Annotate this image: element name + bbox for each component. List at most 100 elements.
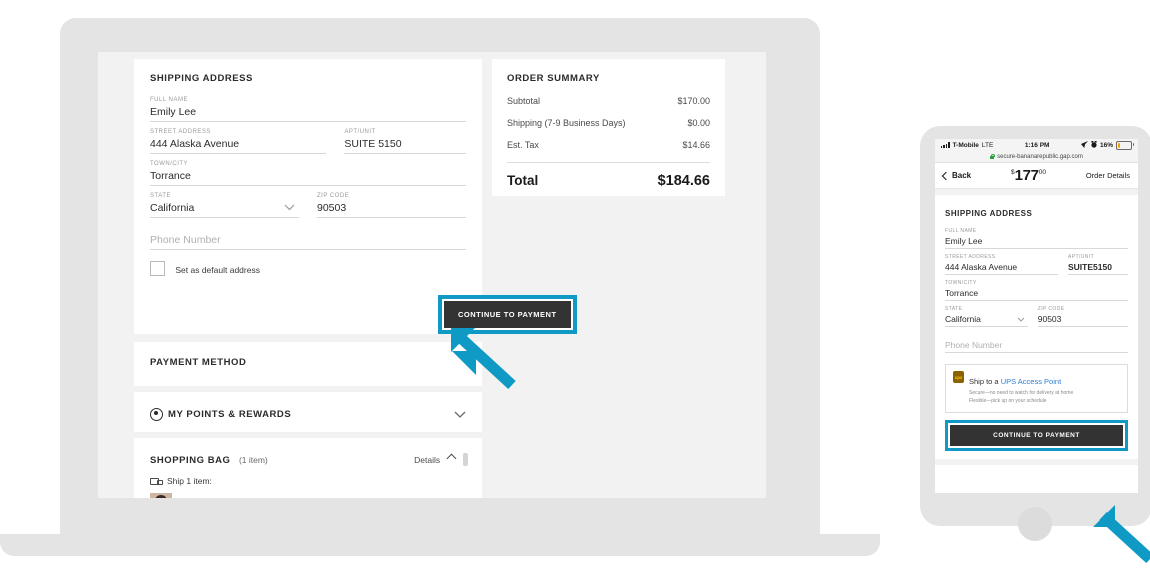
bag-details-toggle[interactable]: Details: [414, 450, 468, 468]
summary-label: Subtotal: [507, 96, 541, 106]
phone-home-button[interactable]: [1018, 507, 1052, 541]
full-name-field[interactable]: FULL NAME Emily Lee: [150, 97, 466, 122]
summary-row-total: Total $184.66: [507, 162, 710, 189]
default-address-row[interactable]: Set as default address: [150, 261, 466, 276]
street-address-field[interactable]: STREET ADDRESS 444 Alaska Avenue: [150, 129, 327, 154]
signal-strength-icon: [941, 142, 950, 148]
continue-to-payment-button[interactable]: CONTINUE TO PAYMENT: [442, 299, 573, 330]
points-badge-icon: [150, 407, 163, 421]
town-city-input[interactable]: Torrance: [150, 170, 466, 186]
summary-value: $0.00: [687, 118, 710, 128]
mobile-url-bar[interactable]: secure-bananarepublic.gap.com: [935, 151, 1138, 163]
ups-link[interactable]: UPS Access Point: [1001, 377, 1061, 386]
mobile-zip-field[interactable]: ZIP CODE 90503: [1037, 306, 1128, 327]
laptop-screen: SHIPPING ADDRESS close-icon FULL NAME Em…: [98, 52, 766, 498]
mobile-phone-input[interactable]: Phone Number: [945, 340, 1128, 353]
town-city-field[interactable]: TOWN/CITY Torrance: [150, 161, 466, 186]
mobile-checkout-header: Back $17700 Order Details: [935, 163, 1138, 189]
apt-unit-input[interactable]: SUITE 5150: [344, 138, 466, 154]
ups-lead-text: Ship to a: [969, 377, 1001, 386]
mobile-state-field[interactable]: STATE California: [945, 306, 1028, 327]
price-amount: 177: [1014, 167, 1039, 184]
mobile-city-label: TOWN/CITY: [945, 280, 977, 286]
payment-method-section[interactable]: PAYMENT METHOD: [134, 342, 482, 386]
screenshot-stage: SHIPPING ADDRESS close-icon FULL NAME Em…: [0, 0, 1150, 578]
lock-icon: [990, 154, 996, 159]
ship-items-line: Ship 1 item:: [150, 476, 468, 486]
summary-value: $14.66: [682, 140, 710, 150]
shipping-truck-icon: [150, 477, 163, 485]
ups-access-point-box[interactable]: Ship to a UPS Access Point Secure—no nee…: [945, 364, 1128, 413]
state-field[interactable]: STATE California: [150, 193, 299, 218]
mobile-spacer-bottom: [935, 458, 1138, 465]
mobile-city-field[interactable]: TOWN/CITY Torrance: [945, 280, 1128, 301]
alarm-icon: [1091, 140, 1097, 150]
state-label: STATE: [150, 193, 171, 199]
back-button[interactable]: Back: [941, 171, 971, 180]
zip-code-field[interactable]: ZIP CODE 90503: [317, 193, 466, 218]
battery-icon: [1116, 140, 1134, 150]
zip-code-input[interactable]: 90503: [317, 202, 466, 218]
mobile-full-name-label: FULL NAME: [945, 228, 977, 234]
ups-headline: Ship to a UPS Access Point: [969, 377, 1061, 386]
mobile-street-field[interactable]: STREET ADDRESS 444 Alaska Avenue: [945, 254, 1058, 275]
mobile-state-label: STATE: [945, 306, 963, 312]
apt-unit-label: APT/UNIT: [344, 129, 376, 135]
mobile-shipping-address-card: SHIPPING ADDRESS FULL NAME Emily Lee STR…: [935, 201, 1138, 459]
shopping-bag-count: (1 item): [238, 455, 268, 465]
mobile-zip-input[interactable]: 90503: [1037, 314, 1128, 327]
status-time: 1:16 PM: [1024, 141, 1050, 149]
mobile-city-input[interactable]: Torrance: [945, 288, 1128, 301]
order-summary-card: ORDER SUMMARY Subtotal $170.00 Shipping …: [492, 59, 725, 196]
phone-number-field[interactable]: Phone Number: [150, 234, 466, 250]
mobile-spacer: [935, 189, 1138, 195]
summary-row-subtotal: Subtotal $170.00: [507, 96, 710, 106]
mobile-full-name-input[interactable]: Emily Lee: [945, 236, 1128, 249]
ups-logo-icon: [953, 371, 964, 383]
full-name-input[interactable]: Emily Lee: [150, 106, 466, 122]
summary-label: Est. Tax: [507, 140, 539, 150]
mobile-street-input[interactable]: 444 Alaska Avenue: [945, 262, 1058, 275]
mobile-state-value: California: [945, 314, 981, 324]
street-address-input[interactable]: 444 Alaska Avenue: [150, 138, 327, 154]
chevron-down-icon: [284, 202, 295, 214]
apt-unit-field[interactable]: APT/UNIT SUITE 5150: [344, 129, 466, 154]
mobile-state-select[interactable]: California: [945, 314, 1028, 327]
mobile-apt-field[interactable]: APT/UNIT SUITE5150: [1067, 254, 1128, 275]
summary-row-tax: Est. Tax $14.66: [507, 140, 710, 150]
battery-percent-label: 16%: [1099, 141, 1113, 149]
phone-screen: T-Mobile LTE 1:16 PM 16% secure-bananare…: [935, 139, 1138, 493]
shipping-address-title: SHIPPING ADDRESS: [150, 73, 253, 84]
mobile-continue-to-payment-button[interactable]: CONTINUE TO PAYMENT: [948, 422, 1125, 448]
mobile-callout-arrow: [1092, 505, 1150, 563]
desktop-callout-arrow: [450, 327, 518, 389]
state-select[interactable]: California: [150, 202, 299, 218]
order-details-link[interactable]: Order Details: [1086, 171, 1130, 180]
mobile-full-name-field[interactable]: FULL NAME Emily Lee: [945, 228, 1128, 249]
state-select-value: California: [150, 202, 195, 214]
summary-total-value: $184.66: [657, 173, 710, 189]
street-address-label: STREET ADDRESS: [150, 129, 211, 135]
summary-label: Shipping (7-9 Business Days): [507, 118, 626, 128]
mobile-apt-input[interactable]: SUITE5150: [1067, 262, 1128, 275]
bag-line-item[interactable]: Linen Flounce-Hem Mini Dress: [150, 493, 468, 498]
order-summary-title: ORDER SUMMARY: [507, 73, 600, 84]
ups-benefit-2: Flexible—pick up on your schedule: [969, 397, 1047, 404]
mobile-phone-field[interactable]: Phone Number: [945, 340, 1128, 353]
chevron-down-icon[interactable]: [454, 405, 466, 423]
carrier-label: T-Mobile: [952, 141, 979, 149]
scrollbar-thumb[interactable]: [463, 453, 468, 466]
points-rewards-title: MY POINTS & REWARDS: [168, 408, 292, 420]
default-address-checkbox[interactable]: [150, 261, 165, 276]
mobile-shipping-title: SHIPPING ADDRESS: [945, 209, 1033, 218]
phone-number-input[interactable]: Phone Number: [150, 234, 466, 250]
laptop-base: [0, 534, 880, 556]
mobile-apt-label: APT/UNIT: [1067, 254, 1094, 260]
ship-items-label: Ship 1 item:: [167, 476, 212, 486]
close-icon[interactable]: close-icon: [458, 69, 470, 81]
shopping-bag-section: SHOPPING BAG (1 item) Details Ship 1 ite…: [134, 438, 482, 498]
summary-row-shipping: Shipping (7-9 Business Days) $0.00: [507, 118, 710, 128]
chevron-up-icon: [446, 453, 456, 464]
zip-code-label: ZIP CODE: [317, 193, 350, 199]
points-rewards-section[interactable]: MY POINTS & REWARDS: [134, 392, 482, 432]
